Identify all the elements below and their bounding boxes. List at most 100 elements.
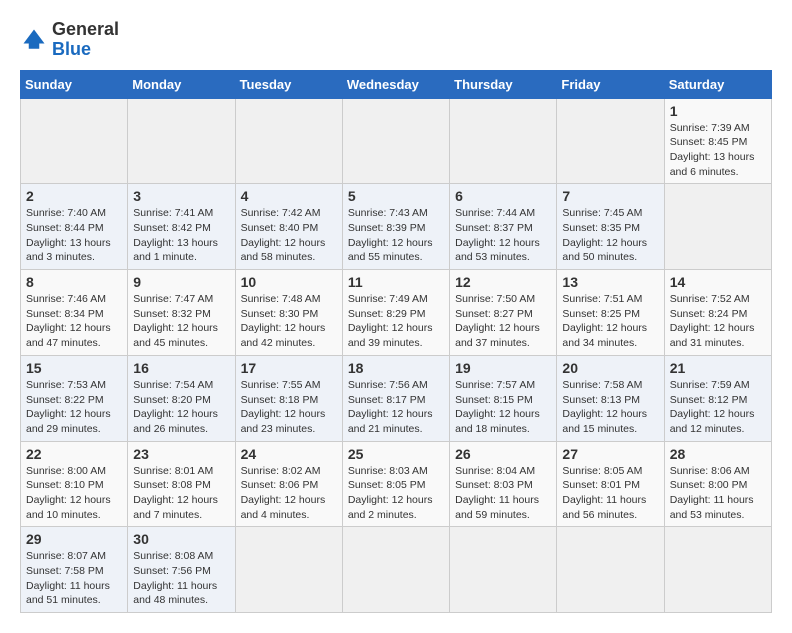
day-cell: 22 Sunrise: 8:00 AMSunset: 8:10 PMDaylig… — [21, 441, 128, 527]
day-cell: 1 Sunrise: 7:39 AMSunset: 8:45 PMDayligh… — [664, 98, 771, 184]
day-number: 10 — [241, 274, 337, 290]
day-info: Sunrise: 7:39 AMSunset: 8:45 PMDaylight:… — [670, 121, 766, 180]
day-number: 18 — [348, 360, 444, 376]
day-of-week-header: Wednesday — [342, 70, 449, 98]
day-info: Sunrise: 8:01 AMSunset: 8:08 PMDaylight:… — [133, 464, 229, 523]
day-info: Sunrise: 8:06 AMSunset: 8:00 PMDaylight:… — [670, 464, 766, 523]
day-cell: 27 Sunrise: 8:05 AMSunset: 8:01 PMDaylig… — [557, 441, 664, 527]
day-number: 20 — [562, 360, 658, 376]
day-number: 4 — [241, 188, 337, 204]
day-cell: 14 Sunrise: 7:52 AMSunset: 8:24 PMDaylig… — [664, 270, 771, 356]
day-cell: 26 Sunrise: 8:04 AMSunset: 8:03 PMDaylig… — [450, 441, 557, 527]
day-of-week-header: Saturday — [664, 70, 771, 98]
day-of-week-header: Tuesday — [235, 70, 342, 98]
day-cell: 9 Sunrise: 7:47 AMSunset: 8:32 PMDayligh… — [128, 270, 235, 356]
empty-day-cell — [342, 98, 449, 184]
logo-blue-text: Blue — [52, 39, 91, 59]
day-cell: 28 Sunrise: 8:06 AMSunset: 8:00 PMDaylig… — [664, 441, 771, 527]
day-info: Sunrise: 8:05 AMSunset: 8:01 PMDaylight:… — [562, 464, 658, 523]
day-info: Sunrise: 8:03 AMSunset: 8:05 PMDaylight:… — [348, 464, 444, 523]
day-cell: 5 Sunrise: 7:43 AMSunset: 8:39 PMDayligh… — [342, 184, 449, 270]
page-header: General Blue — [20, 20, 772, 60]
day-cell: 15 Sunrise: 7:53 AMSunset: 8:22 PMDaylig… — [21, 355, 128, 441]
day-cell — [235, 527, 342, 613]
logo: General Blue — [20, 20, 119, 60]
day-number: 25 — [348, 446, 444, 462]
day-info: Sunrise: 7:43 AMSunset: 8:39 PMDaylight:… — [348, 206, 444, 265]
day-number: 13 — [562, 274, 658, 290]
day-number: 11 — [348, 274, 444, 290]
calendar-header-row: SundayMondayTuesdayWednesdayThursdayFrid… — [21, 70, 772, 98]
day-number: 6 — [455, 188, 551, 204]
day-cell: 4 Sunrise: 7:42 AMSunset: 8:40 PMDayligh… — [235, 184, 342, 270]
day-cell: 25 Sunrise: 8:03 AMSunset: 8:05 PMDaylig… — [342, 441, 449, 527]
calendar-week-row: 22 Sunrise: 8:00 AMSunset: 8:10 PMDaylig… — [21, 441, 772, 527]
day-cell — [450, 527, 557, 613]
calendar-table: SundayMondayTuesdayWednesdayThursdayFrid… — [20, 70, 772, 614]
day-info: Sunrise: 7:50 AMSunset: 8:27 PMDaylight:… — [455, 292, 551, 351]
day-number: 8 — [26, 274, 122, 290]
empty-day-cell — [128, 98, 235, 184]
day-info: Sunrise: 7:59 AMSunset: 8:12 PMDaylight:… — [670, 378, 766, 437]
day-cell: 19 Sunrise: 7:57 AMSunset: 8:15 PMDaylig… — [450, 355, 557, 441]
day-number: 28 — [670, 446, 766, 462]
day-info: Sunrise: 7:58 AMSunset: 8:13 PMDaylight:… — [562, 378, 658, 437]
day-info: Sunrise: 7:42 AMSunset: 8:40 PMDaylight:… — [241, 206, 337, 265]
day-info: Sunrise: 7:54 AMSunset: 8:20 PMDaylight:… — [133, 378, 229, 437]
day-number: 3 — [133, 188, 229, 204]
logo-text: General Blue — [52, 20, 119, 60]
day-info: Sunrise: 7:57 AMSunset: 8:15 PMDaylight:… — [455, 378, 551, 437]
day-info: Sunrise: 8:08 AMSunset: 7:56 PMDaylight:… — [133, 549, 229, 608]
day-of-week-header: Friday — [557, 70, 664, 98]
day-cell: 18 Sunrise: 7:56 AMSunset: 8:17 PMDaylig… — [342, 355, 449, 441]
day-info: Sunrise: 7:55 AMSunset: 8:18 PMDaylight:… — [241, 378, 337, 437]
day-info: Sunrise: 8:02 AMSunset: 8:06 PMDaylight:… — [241, 464, 337, 523]
day-info: Sunrise: 7:40 AMSunset: 8:44 PMDaylight:… — [26, 206, 122, 265]
logo-general-text: General — [52, 19, 119, 39]
day-number: 30 — [133, 531, 229, 547]
day-number: 2 — [26, 188, 122, 204]
day-cell: 24 Sunrise: 8:02 AMSunset: 8:06 PMDaylig… — [235, 441, 342, 527]
empty-day-cell — [557, 98, 664, 184]
day-cell: 2 Sunrise: 7:40 AMSunset: 8:44 PMDayligh… — [21, 184, 128, 270]
day-number: 1 — [670, 103, 766, 119]
day-info: Sunrise: 8:00 AMSunset: 8:10 PMDaylight:… — [26, 464, 122, 523]
day-cell: 29 Sunrise: 8:07 AMSunset: 7:58 PMDaylig… — [21, 527, 128, 613]
day-number: 16 — [133, 360, 229, 376]
day-cell: 13 Sunrise: 7:51 AMSunset: 8:25 PMDaylig… — [557, 270, 664, 356]
day-cell: 11 Sunrise: 7:49 AMSunset: 8:29 PMDaylig… — [342, 270, 449, 356]
day-info: Sunrise: 7:53 AMSunset: 8:22 PMDaylight:… — [26, 378, 122, 437]
day-cell: 21 Sunrise: 7:59 AMSunset: 8:12 PMDaylig… — [664, 355, 771, 441]
day-cell — [557, 527, 664, 613]
day-info: Sunrise: 7:56 AMSunset: 8:17 PMDaylight:… — [348, 378, 444, 437]
day-number: 26 — [455, 446, 551, 462]
empty-day-cell — [21, 98, 128, 184]
logo-icon — [20, 26, 48, 54]
calendar-week-row: 2 Sunrise: 7:40 AMSunset: 8:44 PMDayligh… — [21, 184, 772, 270]
day-cell: 30 Sunrise: 8:08 AMSunset: 7:56 PMDaylig… — [128, 527, 235, 613]
day-cell: 20 Sunrise: 7:58 AMSunset: 8:13 PMDaylig… — [557, 355, 664, 441]
calendar-week-row: 29 Sunrise: 8:07 AMSunset: 7:58 PMDaylig… — [21, 527, 772, 613]
day-cell: 3 Sunrise: 7:41 AMSunset: 8:42 PMDayligh… — [128, 184, 235, 270]
day-cell — [664, 527, 771, 613]
day-cell: 12 Sunrise: 7:50 AMSunset: 8:27 PMDaylig… — [450, 270, 557, 356]
day-of-week-header: Thursday — [450, 70, 557, 98]
day-info: Sunrise: 7:46 AMSunset: 8:34 PMDaylight:… — [26, 292, 122, 351]
day-info: Sunrise: 7:47 AMSunset: 8:32 PMDaylight:… — [133, 292, 229, 351]
day-number: 9 — [133, 274, 229, 290]
day-cell: 7 Sunrise: 7:45 AMSunset: 8:35 PMDayligh… — [557, 184, 664, 270]
day-info: Sunrise: 7:45 AMSunset: 8:35 PMDaylight:… — [562, 206, 658, 265]
day-cell — [664, 184, 771, 270]
day-number: 23 — [133, 446, 229, 462]
day-info: Sunrise: 7:51 AMSunset: 8:25 PMDaylight:… — [562, 292, 658, 351]
day-number: 17 — [241, 360, 337, 376]
calendar-week-row: 1 Sunrise: 7:39 AMSunset: 8:45 PMDayligh… — [21, 98, 772, 184]
day-cell: 10 Sunrise: 7:48 AMSunset: 8:30 PMDaylig… — [235, 270, 342, 356]
day-info: Sunrise: 7:49 AMSunset: 8:29 PMDaylight:… — [348, 292, 444, 351]
day-info: Sunrise: 7:44 AMSunset: 8:37 PMDaylight:… — [455, 206, 551, 265]
day-info: Sunrise: 7:52 AMSunset: 8:24 PMDaylight:… — [670, 292, 766, 351]
empty-day-cell — [450, 98, 557, 184]
day-info: Sunrise: 8:04 AMSunset: 8:03 PMDaylight:… — [455, 464, 551, 523]
day-of-week-header: Sunday — [21, 70, 128, 98]
day-number: 21 — [670, 360, 766, 376]
